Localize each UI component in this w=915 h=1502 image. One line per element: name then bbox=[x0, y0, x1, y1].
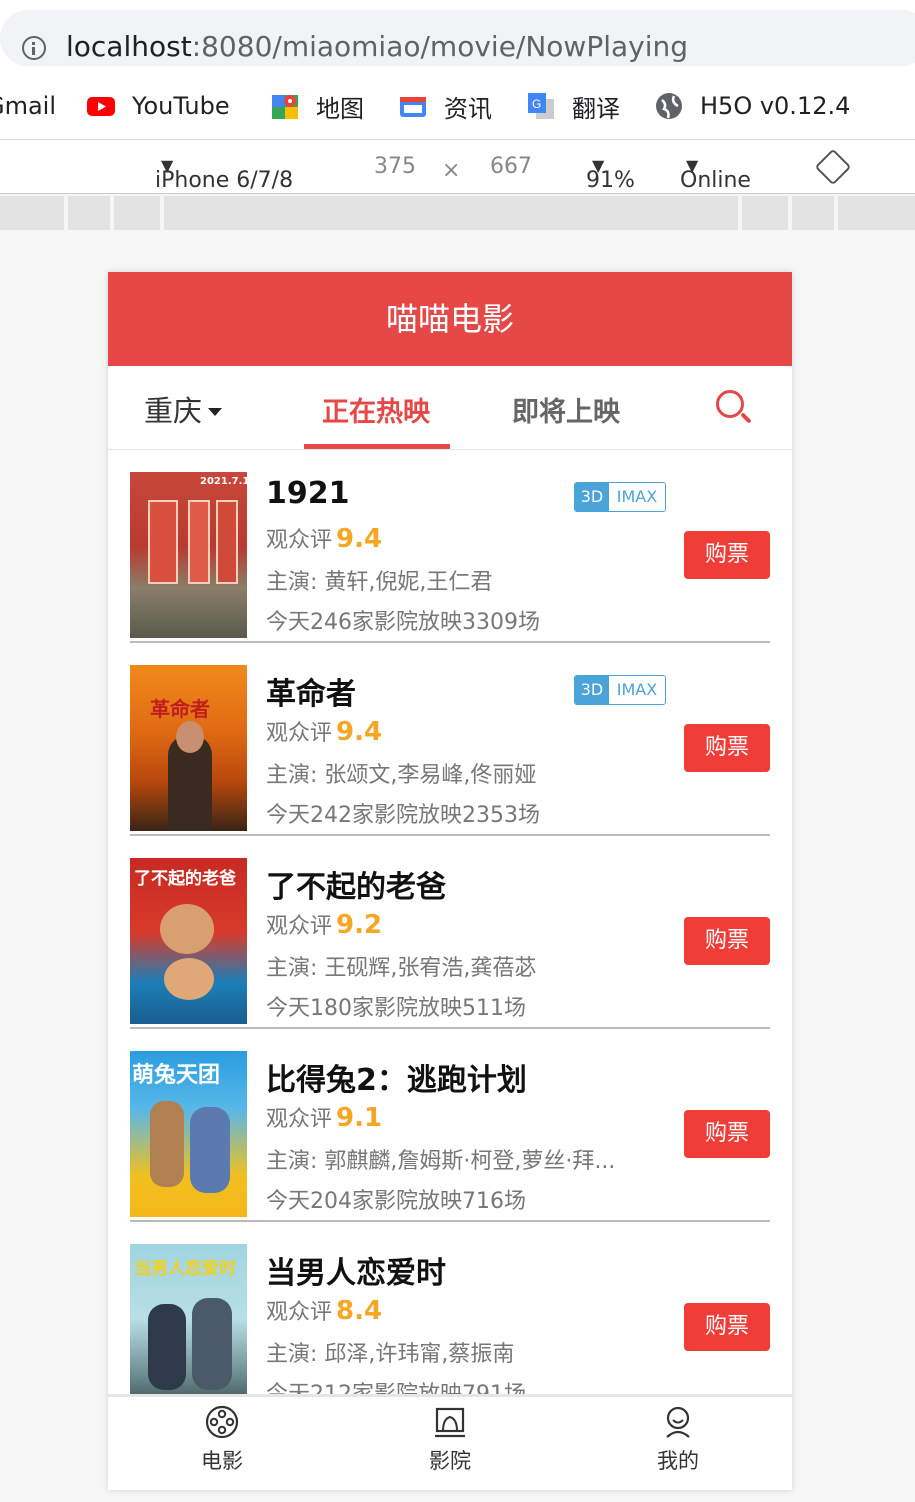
list-item[interactable]: 2021.7.1 1921 3D IMAX 观众评 9.4 主演: 黄轩,倪妮,王仁… bbox=[130, 450, 770, 643]
buy-ticket-button[interactable]: 购票 bbox=[684, 1303, 770, 1351]
youtube-icon bbox=[86, 91, 116, 121]
movie-score: 观众评 8.4 bbox=[266, 1296, 383, 1326]
svg-text:G: G bbox=[532, 97, 541, 111]
movie-score: 观众评 9.2 bbox=[266, 910, 383, 940]
movie-shows: 今天212家影院放映791场 bbox=[266, 1376, 526, 1394]
nav-item-cinemas[interactable]: 影院 bbox=[390, 1405, 510, 1475]
url-field[interactable]: localhost:8080/miaomiao/movie/NowPlaying bbox=[0, 10, 915, 66]
bookmark-news[interactable]: 资讯 bbox=[398, 88, 492, 124]
buy-ticket-button[interactable]: 购票 bbox=[684, 531, 770, 579]
movie-shows: 今天246家影院放映3309场 bbox=[266, 610, 540, 635]
movie-score: 观众评 9.4 bbox=[266, 717, 383, 747]
movie-title[interactable]: 革命者 bbox=[266, 669, 356, 713]
bookmark-youtube[interactable]: YouTube bbox=[86, 88, 230, 124]
movie-list[interactable]: 2021.7.1 1921 3D IMAX 观众评 9.4 主演: 黄轩,倪妮,王仁… bbox=[108, 450, 792, 1394]
active-tab-indicator bbox=[304, 444, 450, 449]
movie-poster[interactable]: 当男人恋爱时 bbox=[130, 1244, 247, 1394]
movie-poster[interactable]: 2021.7.1 bbox=[130, 472, 247, 638]
movie-actors: 主演: 黄轩,倪妮,王仁君 bbox=[266, 570, 493, 595]
list-item[interactable]: 了不起的老爸 了不起的老爸 观众评 9.2 主演: 王砚辉,张宥浩,龚蓓苾 今天1… bbox=[130, 836, 770, 1029]
movie-title[interactable]: 了不起的老爸 bbox=[266, 862, 446, 906]
top-tab-bar: 重庆 正在热映 即将上映 bbox=[108, 366, 792, 450]
device-toolbar: iPhone 6/7/8 ▼ 375 × 667 91% ▼ Online ▼ bbox=[0, 140, 915, 194]
movie-title[interactable]: 比得兔2：逃跑计划 bbox=[266, 1055, 527, 1099]
list-item[interactable]: 当男人恋爱时 当男人恋爱时 观众评8.4 主演: 邱泽,许玮甯,蔡振南 今天21… bbox=[130, 1222, 770, 1394]
movie-poster[interactable]: 了不起的老爸 bbox=[130, 858, 247, 1024]
film-reel-icon bbox=[205, 1405, 239, 1439]
news-icon bbox=[398, 91, 428, 121]
movie-actors: 主演: 张颂文,李易峰,佟丽娅 bbox=[266, 763, 537, 788]
movie-shows: 今天180家影院放映511场 bbox=[266, 996, 526, 1021]
globe-icon bbox=[654, 91, 684, 121]
search-icon[interactable] bbox=[714, 388, 752, 426]
nav-item-movies[interactable]: 电影 bbox=[162, 1405, 282, 1475]
movie-score: 观众评 9.4 bbox=[266, 524, 383, 554]
buy-ticket-button[interactable]: 购票 bbox=[684, 724, 770, 772]
city-selector[interactable]: 重庆 bbox=[144, 388, 223, 430]
buy-ticket-button[interactable]: 购票 bbox=[684, 917, 770, 965]
bookmark-gmail[interactable]: Gmail bbox=[0, 88, 56, 124]
movie-title[interactable]: 当男人恋爱时 bbox=[266, 1248, 446, 1292]
dropdown-arrow-icon: ▼ bbox=[161, 156, 174, 175]
bottom-navigation: 电影 影院 我的 bbox=[108, 1394, 792, 1490]
format-tag: 3D IMAX bbox=[574, 482, 666, 512]
url-text[interactable]: localhost:8080/miaomiao/movie/NowPlaying bbox=[66, 30, 688, 63]
dropdown-arrow-icon: ▼ bbox=[686, 156, 699, 175]
device-select[interactable]: iPhone 6/7/8 ▼ bbox=[155, 154, 293, 193]
list-item[interactable]: 萌兔天团 比得兔2：逃跑计划 观众评 9.1 主演: 郭麒麟,詹姆斯·柯登,萝丝·… bbox=[130, 1029, 770, 1222]
app-title: 喵喵电影 bbox=[108, 272, 792, 366]
cinema-icon bbox=[433, 1405, 467, 1439]
movie-shows: 今天204家影院放映716场 bbox=[266, 1189, 526, 1214]
media-query-ruler bbox=[0, 196, 915, 230]
caret-down-icon bbox=[208, 408, 223, 416]
movie-title[interactable]: 1921 bbox=[266, 476, 350, 511]
user-icon bbox=[661, 1405, 695, 1439]
movie-actors: 主演: 邱泽,许玮甯,蔡振南 bbox=[266, 1342, 515, 1367]
bookmark-maps[interactable]: 地图 bbox=[270, 88, 364, 124]
dropdown-arrow-icon: ▼ bbox=[592, 156, 605, 175]
bookmarks-bar: Gmail YouTube 地图 资讯 G 翻译 H5O v0.12.4 bbox=[0, 76, 915, 140]
bookmark-h5o[interactable]: H5O v0.12.4 bbox=[654, 88, 850, 124]
movie-poster[interactable]: 萌兔天团 bbox=[130, 1051, 247, 1217]
list-item[interactable]: 革命者 革命者 3D IMAX 观众评 9.4 主演: 张颂文,李易峰,佟丽娅 今天… bbox=[130, 643, 770, 836]
movie-shows: 今天242家影院放映2353场 bbox=[266, 803, 540, 828]
tab-coming-soon[interactable]: 即将上映 bbox=[512, 390, 620, 429]
site-info-icon[interactable] bbox=[22, 36, 46, 60]
browser-address-bar: localhost:8080/miaomiao/movie/NowPlaying bbox=[0, 0, 915, 76]
bookmark-translate[interactable]: G 翻译 bbox=[526, 88, 620, 124]
format-tag: 3D IMAX bbox=[574, 675, 666, 705]
movie-score: 观众评 9.1 bbox=[266, 1103, 383, 1133]
zoom-select[interactable]: 91% ▼ bbox=[586, 154, 635, 193]
movie-actors: 主演: 王砚辉,张宥浩,龚蓓苾 bbox=[266, 956, 537, 981]
buy-ticket-button[interactable]: 购票 bbox=[684, 1110, 770, 1158]
dimension-times: × bbox=[442, 158, 461, 183]
movie-poster[interactable]: 革命者 bbox=[130, 665, 247, 831]
movie-actors: 主演: 郭麒麟,詹姆斯·柯登,萝丝·拜... bbox=[266, 1149, 616, 1174]
network-select[interactable]: Online ▼ bbox=[680, 154, 751, 193]
device-width-input[interactable]: 375 bbox=[374, 154, 416, 179]
tab-now-playing[interactable]: 正在热映 bbox=[322, 390, 430, 429]
nav-item-mine[interactable]: 我的 bbox=[618, 1405, 738, 1475]
maps-icon bbox=[270, 91, 300, 121]
phone-viewport: 喵喵电影 重庆 正在热映 即将上映 2021.7.1 1921 3D IMAX 观… bbox=[108, 272, 792, 1490]
translate-icon: G bbox=[526, 91, 556, 121]
device-height-input[interactable]: 667 bbox=[490, 154, 532, 179]
